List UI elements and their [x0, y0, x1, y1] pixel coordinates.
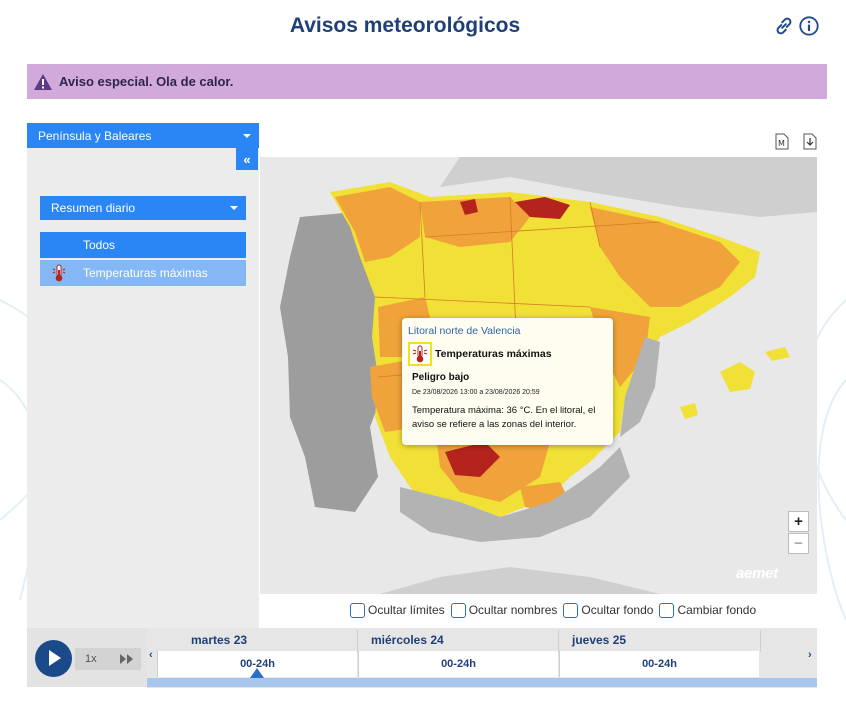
- chevron-down-icon: [230, 206, 238, 210]
- balearic-ibiza: [680, 403, 698, 419]
- option-hide-background[interactable]: Ocultar fondo: [563, 602, 654, 618]
- summary-select-label: Resumen diario: [51, 201, 136, 215]
- download-icon[interactable]: [803, 133, 817, 150]
- checkbox[interactable]: [659, 602, 675, 618]
- region-select-label: Península y Baleares: [38, 128, 152, 143]
- timeline-next-button[interactable]: ›: [808, 649, 812, 661]
- day-slot-miercoles[interactable]: 00-24h: [358, 651, 558, 677]
- thermometer-icon: [408, 342, 432, 366]
- fast-forward-icon[interactable]: [120, 654, 134, 664]
- map-options: Ocultar límites Ocultar nombres Ocultar …: [350, 601, 762, 619]
- option-hide-limits[interactable]: Ocultar límites: [350, 602, 445, 618]
- option-label: Ocultar nombres: [468, 603, 558, 617]
- option-label: Ocultar límites: [368, 603, 445, 617]
- africa-land: [380, 567, 660, 594]
- timeline-scrollbar[interactable]: [147, 678, 817, 687]
- play-icon: [49, 650, 61, 666]
- popup-danger-level: Peligro bajo: [412, 372, 470, 383]
- sidebar-panel: [27, 148, 259, 628]
- thermometer-icon: [52, 264, 66, 282]
- sidebar-item-label: Temperaturas máximas: [83, 266, 208, 280]
- day-label-jueves: jueves 25: [572, 633, 627, 647]
- popup-description: Temperatura máxima: 36 °C. En el litoral…: [412, 405, 596, 430]
- popup-zone-title: Litoral norte de Valencia: [408, 325, 521, 337]
- speed-label: 1x: [85, 653, 97, 665]
- export-map-icon[interactable]: M: [775, 133, 789, 150]
- balearic-mallorca: [720, 362, 755, 392]
- sidebar-item-label: Todos: [83, 238, 116, 252]
- checkbox[interactable]: [450, 602, 466, 618]
- popup-warning-type: Temperaturas máximas: [435, 348, 552, 360]
- sidebar-item-todos[interactable]: Todos: [40, 232, 246, 258]
- checkbox[interactable]: [563, 602, 579, 618]
- alert-banner: Aviso especial. Ola de calor.: [27, 64, 827, 99]
- info-icon[interactable]: [798, 15, 820, 37]
- day-slot-jueves[interactable]: 00-24h: [559, 651, 759, 677]
- chevron-down-icon: [243, 133, 251, 138]
- timeline-prev-button[interactable]: ‹: [149, 649, 153, 661]
- export-label: M: [778, 139, 785, 148]
- day-label-martes: martes 23: [191, 633, 248, 647]
- warning-popup: Litoral norte de Valencia Temperaturas m…: [402, 318, 613, 445]
- option-hide-names[interactable]: Ocultar nombres: [450, 602, 558, 618]
- option-change-background[interactable]: Cambiar fondo: [659, 602, 757, 618]
- link-icon[interactable]: [773, 15, 795, 37]
- timeline-position-marker[interactable]: [250, 668, 264, 678]
- play-button[interactable]: [35, 640, 72, 677]
- day-separator: [760, 630, 761, 652]
- zoom-in-button[interactable]: +: [788, 511, 809, 532]
- popup-dates: De 23/08/2026 13:00 a 23/08/2026 20:59: [412, 389, 540, 396]
- warning-icon: [34, 73, 52, 90]
- option-label: Cambiar fondo: [677, 603, 757, 617]
- collapse-sidebar-button[interactable]: «: [236, 148, 258, 170]
- alert-text: Aviso especial. Ola de calor.: [59, 74, 234, 89]
- day-separator: [558, 630, 559, 652]
- day-label-miercoles: miércoles 24: [371, 633, 444, 647]
- balearic-menorca: [765, 347, 790, 361]
- page-title: Avisos meteorológicos: [289, 14, 521, 37]
- summary-select[interactable]: Resumen diario: [40, 196, 246, 220]
- zoom-out-button[interactable]: −: [788, 533, 809, 554]
- option-label: Ocultar fondo: [581, 603, 654, 617]
- region-select[interactable]: Península y Baleares: [27, 123, 259, 148]
- aemet-logo: aemet: [736, 565, 778, 582]
- checkbox[interactable]: [350, 602, 365, 618]
- sidebar-item-temperaturas-maximas[interactable]: Temperaturas máximas: [40, 260, 246, 286]
- day-separator: [357, 630, 358, 652]
